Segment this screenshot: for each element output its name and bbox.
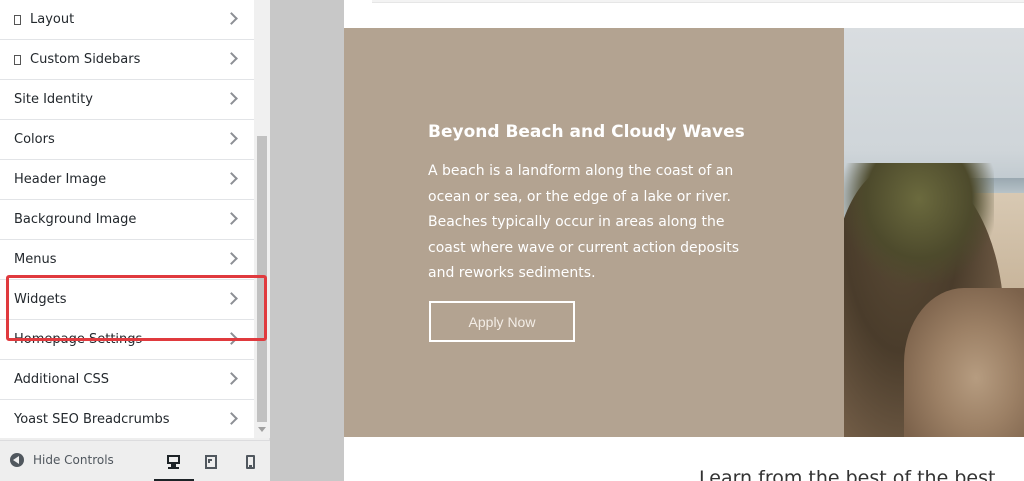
chevron-right-icon [225,52,238,65]
site-preview: Beyond Beach and Cloudy Waves A beach is… [344,0,1024,481]
menu-item-label: Widgets [14,292,67,307]
menu-item-layout[interactable]: Layout [0,0,254,40]
chevron-right-icon [225,212,238,225]
arrow-left-circle-icon [10,453,24,467]
menu-item-background-image[interactable]: Background Image [0,200,254,240]
chevron-right-icon [225,252,238,265]
menu-item-site-identity[interactable]: Site Identity [0,80,254,120]
menu-item-additional-css[interactable]: Additional CSS [0,360,254,400]
square-icon [14,54,21,65]
menu-item-label: Homepage Settings [14,332,143,347]
chevron-right-icon [225,372,238,385]
chevron-right-icon [225,92,238,105]
square-icon [14,14,21,25]
hide-controls-button[interactable]: Hide Controls [10,453,114,467]
menu-item-label: Additional CSS [14,372,109,387]
chevron-right-icon [225,332,238,345]
hero-title: Beyond Beach and Cloudy Waves [428,122,745,142]
hero-body: A beach is a landform along the coast of… [428,163,740,281]
menu-item-label: Colors [14,132,55,147]
chevron-right-icon [225,132,238,145]
panel-scrollbar[interactable] [254,0,270,438]
hero-beach-photo [844,28,1024,437]
menu-item-label: Layout [30,12,75,27]
hero-section: Beyond Beach and Cloudy Waves A beach is… [344,28,1024,437]
desktop-preview-button[interactable] [161,451,187,473]
menu-item-custom-sidebars[interactable]: Custom Sidebars [0,40,254,80]
tablet-preview-button[interactable] [198,451,224,473]
menu-item-label: Header Image [14,172,107,187]
customizer-footer: Hide Controls [0,440,270,481]
menu-item-colors[interactable]: Colors [0,120,254,160]
section-heading: Learn from the best of the best [699,467,996,481]
preview-gutter [270,0,344,481]
hide-controls-label: Hide Controls [33,453,114,467]
menu-item-label: Yoast SEO Breadcrumbs [14,412,170,427]
scroll-down-arrow-icon[interactable] [258,427,266,432]
menu-item-label: Menus [14,252,57,267]
chevron-right-icon [225,412,238,425]
menu-item-widgets[interactable]: Widgets [0,280,254,320]
menu-item-label: Custom Sidebars [30,52,141,67]
customizer-panel: Layout Custom Sidebars Site Identity Col… [0,0,270,481]
menu-item-yoast-seo-breadcrumbs[interactable]: Yoast SEO Breadcrumbs [0,400,254,438]
apply-now-button[interactable]: Apply Now [429,301,575,342]
header-divider [372,0,1024,3]
preview-header-strip [344,0,1024,26]
hero-text-block: Beyond Beach and Cloudy Waves A beach is… [344,28,844,437]
chevron-right-icon [225,172,238,185]
chevron-right-icon [225,12,238,25]
customizer-menu: Layout Custom Sidebars Site Identity Col… [0,0,254,438]
menu-item-menus[interactable]: Menus [0,240,254,280]
menu-item-homepage-settings[interactable]: Homepage Settings [0,320,254,360]
menu-item-label: Background Image [14,212,137,227]
menu-item-header-image[interactable]: Header Image [0,160,254,200]
scrollbar-thumb[interactable] [257,136,267,422]
mobile-preview-button[interactable] [237,451,263,473]
chevron-right-icon [225,292,238,305]
menu-item-label: Site Identity [14,92,93,107]
